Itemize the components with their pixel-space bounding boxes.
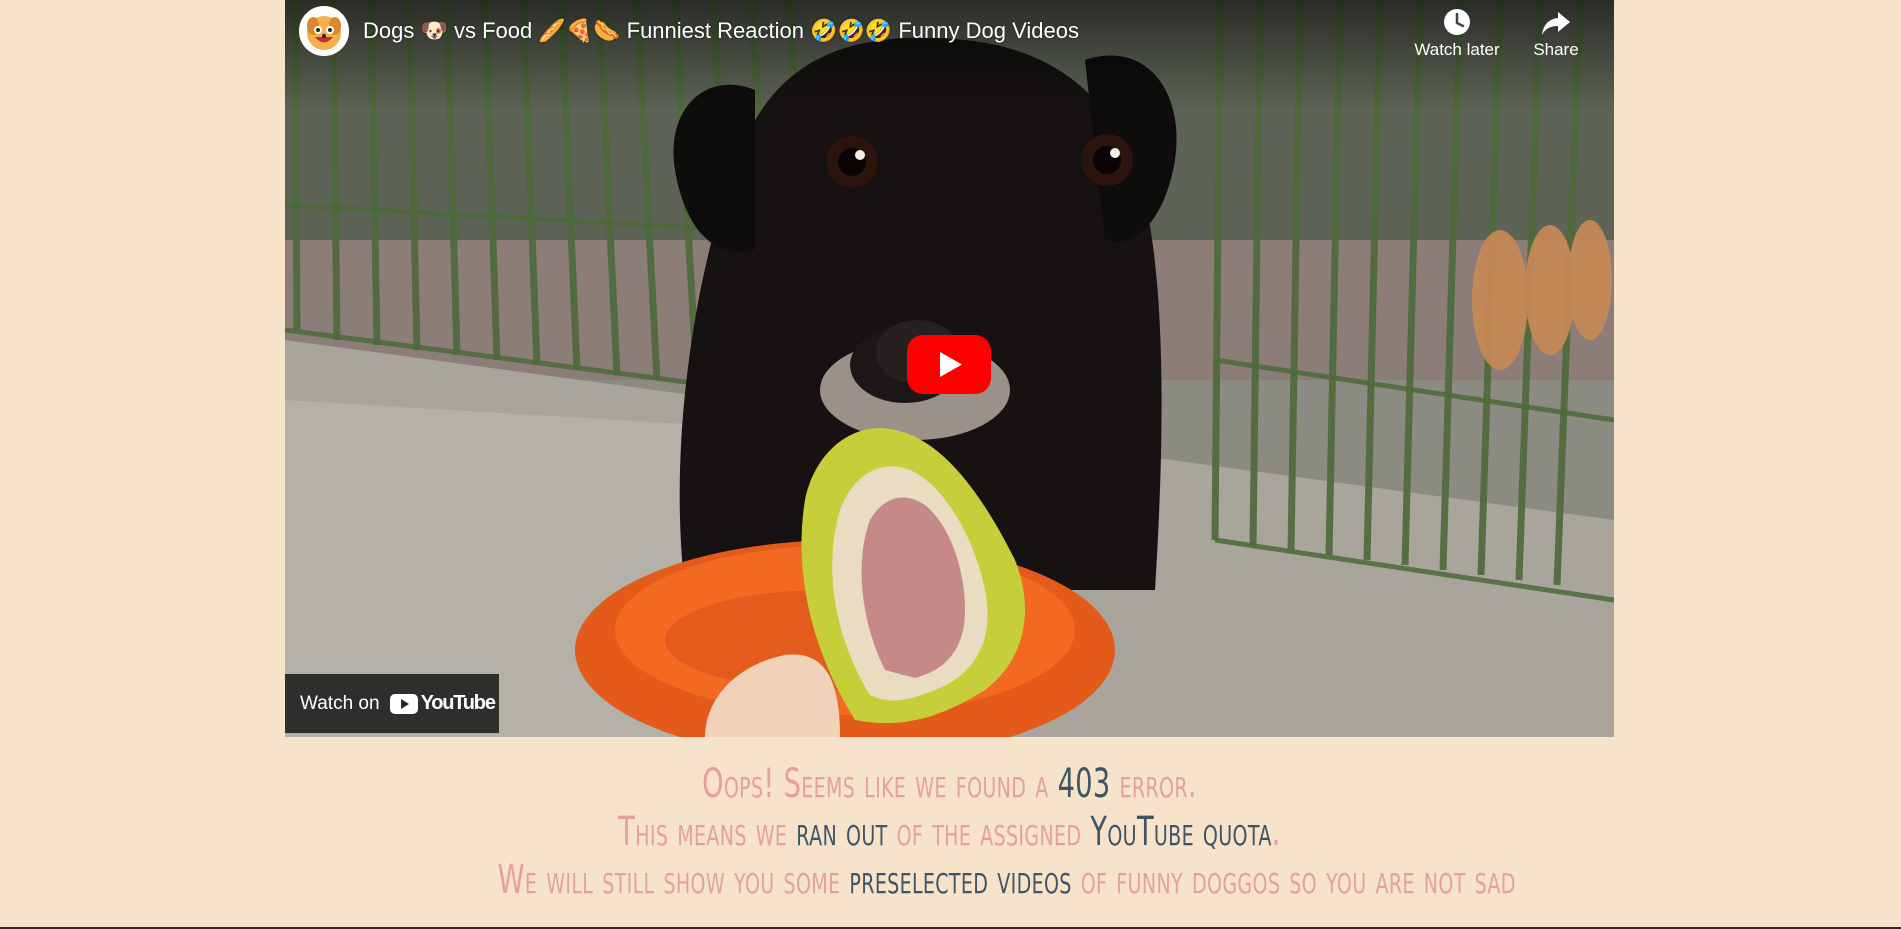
youtube-logo-text: YouTube — [420, 692, 496, 714]
preselected-videos-highlight: preselected videos — [849, 857, 1072, 903]
line2-text-middle: of the assigned — [887, 809, 1091, 855]
watch-later-label: Watch later — [1414, 40, 1500, 59]
ran-out-highlight: ran out — [796, 809, 888, 855]
youtube-quota-highlight: YouTube quota — [1090, 809, 1272, 855]
line1-text-after: error. — [1110, 761, 1197, 807]
channel-avatar[interactable] — [299, 6, 349, 56]
share-arrow-icon — [1501, 6, 1611, 38]
line2-text-after: . — [1271, 809, 1281, 855]
share-button[interactable]: Share — [1501, 6, 1611, 60]
video-title-link[interactable]: Dogs 🐶 vs Food 🥖🍕🌭 Funniest Reaction 🤣🤣🤣… — [363, 16, 1079, 46]
error-message-line-1: Oops! Seems like we found a 403 error. — [498, 760, 1402, 808]
line2-text-before: This means we — [618, 809, 797, 855]
youtube-logo: YouTube — [389, 692, 496, 715]
share-label: Share — [1533, 40, 1579, 59]
page: Dogs 🐶 vs Food 🥖🍕🌭 Funniest Reaction 🤣🤣🤣… — [0, 0, 1901, 929]
error-message: Oops! Seems like we found a 403 error. T… — [497, 760, 1516, 904]
play-icon — [907, 335, 991, 394]
error-code: 403 — [1057, 761, 1111, 807]
line3-text-after: of funny doggos so you are not sad — [1071, 857, 1516, 903]
youtube-embed-player[interactable]: Dogs 🐶 vs Food 🥖🍕🌭 Funniest Reaction 🤣🤣🤣… — [285, 0, 1614, 737]
error-message-line-2: This means we ran out of the assigned Yo… — [498, 808, 1402, 856]
play-button[interactable] — [907, 335, 991, 394]
laughing-dog-avatar-icon — [299, 6, 349, 56]
watch-on-youtube-button[interactable]: Watch on YouTube — [285, 674, 499, 733]
watch-on-label: Watch on — [300, 692, 380, 714]
youtube-play-logo-icon — [389, 693, 418, 714]
clock-icon — [1402, 6, 1512, 38]
line3-text-before: We will still show you some — [497, 857, 850, 903]
error-message-line-3: We will still show you some preselected … — [497, 856, 1516, 904]
line1-text-before: Oops! Seems like we found a — [702, 761, 1058, 807]
watch-later-button[interactable]: Watch later — [1402, 6, 1512, 60]
